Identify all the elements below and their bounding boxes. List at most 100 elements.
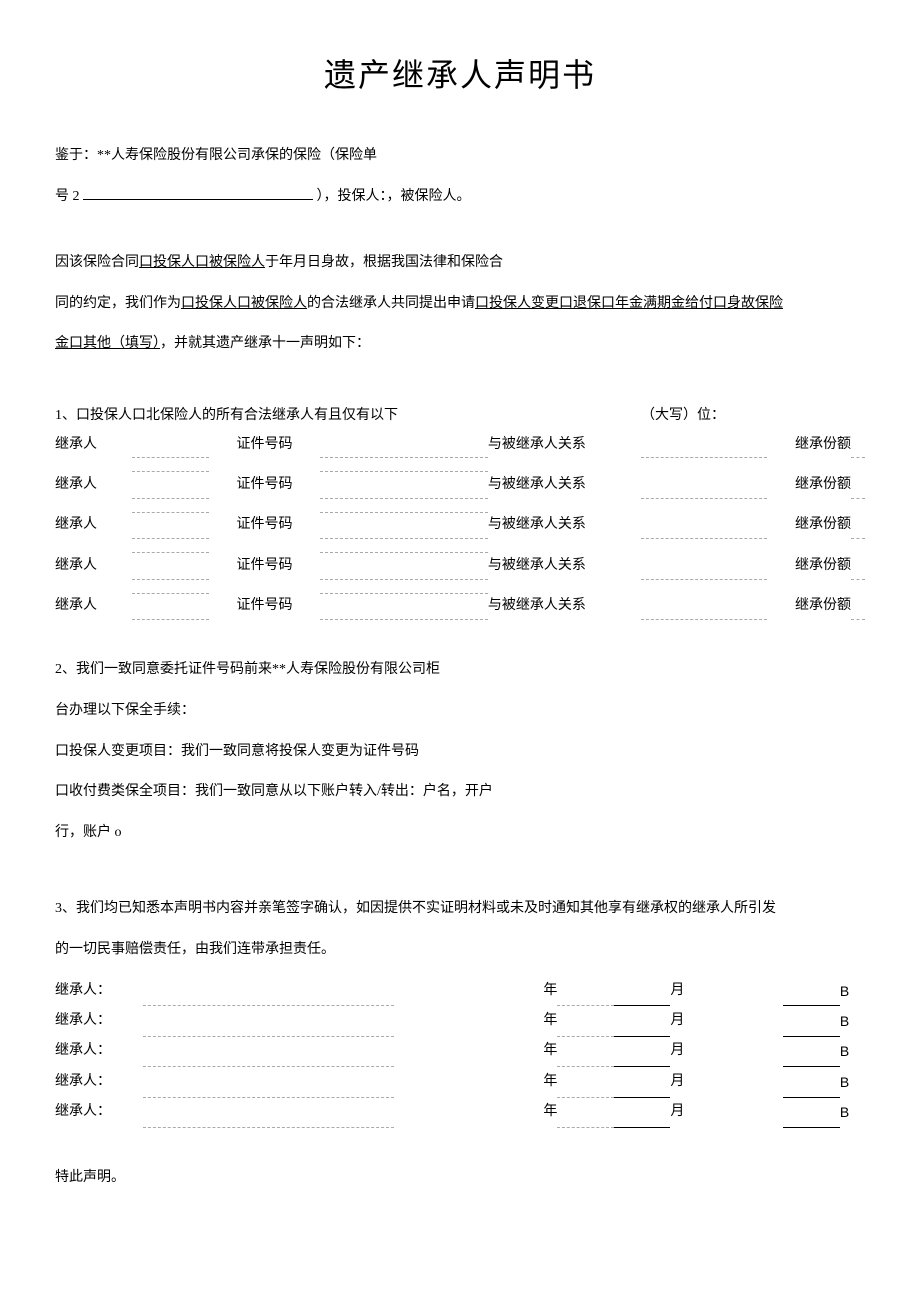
b-blank[interactable]: [783, 976, 840, 1006]
sign-blank[interactable]: [143, 1006, 394, 1036]
table-row: 继承人 证件号码 与被继承人关系 继承份额: [55, 512, 865, 538]
id-label: 证件号码: [237, 432, 321, 458]
year-blank[interactable]: [557, 1067, 614, 1097]
sign-heir-label: 继承人：: [55, 1067, 143, 1097]
intro-prefix: 号: [55, 189, 69, 204]
table-row: 继承人 证件号码 与被继承人关系 继承份额: [55, 472, 865, 498]
sign-year: 年: [482, 1036, 557, 1066]
para3: 同的约定，我们作为口投保人口被保险人的合法继承人共同提出申请口投保人变更口退保口…: [55, 289, 865, 320]
sign-blank[interactable]: [143, 1036, 394, 1066]
share-blank[interactable]: [851, 512, 865, 538]
sign-blank[interactable]: [143, 1067, 394, 1097]
sign-heir-label: 继承人：: [55, 976, 143, 1006]
heir-name-blank[interactable]: [132, 512, 209, 538]
id-blank[interactable]: [320, 432, 488, 458]
heir-name-blank[interactable]: [132, 472, 209, 498]
intro-line1: 鉴于：**人寿保险股份有限公司承保的保险（保险单: [55, 141, 865, 172]
table-row: 继承人： 年 月 B: [55, 976, 865, 1006]
share-label: 继承份额: [767, 512, 851, 538]
share-label: 继承份额: [767, 553, 851, 579]
sign-heir-label: 继承人：: [55, 1036, 143, 1066]
year-blank[interactable]: [557, 976, 614, 1006]
heir-name-blank[interactable]: [132, 432, 209, 458]
table-row: 继承人： 年 月 B: [55, 1036, 865, 1066]
rel-blank[interactable]: [641, 553, 767, 579]
sign-month: 月: [670, 1097, 695, 1127]
sign-heir-label: 继承人：: [55, 1097, 143, 1127]
p3a: 同的约定，我们作为: [55, 296, 181, 311]
heir-name-blank[interactable]: [132, 593, 209, 619]
p3d: 口投保人变更口退保口年金满期金给付口身故保险: [475, 296, 783, 311]
b-blank[interactable]: [783, 1036, 840, 1066]
sign-month: 月: [670, 1067, 695, 1097]
intro-num: 2: [73, 189, 80, 204]
p3c: 的合法继承人共同提出申请: [307, 296, 475, 311]
sec1-intro-b: （大写）位：: [641, 405, 865, 427]
heir-label: 继承人: [55, 512, 132, 538]
rel-blank[interactable]: [641, 512, 767, 538]
id-blank[interactable]: [320, 593, 488, 619]
share-blank[interactable]: [851, 593, 865, 619]
month-blank[interactable]: [614, 1036, 671, 1066]
sign-b: B: [840, 1006, 865, 1036]
sec1-intro-a: 1、口投保人口北保险人的所有合法继承人有且仅有以下: [55, 405, 398, 427]
sign-b: B: [840, 1097, 865, 1127]
id-blank[interactable]: [320, 553, 488, 579]
month-blank[interactable]: [614, 1006, 671, 1036]
id-blank[interactable]: [320, 512, 488, 538]
month-blank[interactable]: [614, 1067, 671, 1097]
table-row: 继承人： 年 月 B: [55, 1097, 865, 1127]
sign-table: 继承人： 年 月 B 继承人： 年 月 B 继承人： 年 月 B 继承人：: [55, 976, 865, 1128]
intro-suffix: ），投保人：，被保险人。: [317, 189, 471, 204]
heir-label: 继承人: [55, 432, 132, 458]
rel-blank[interactable]: [641, 432, 767, 458]
sign-b: B: [840, 1036, 865, 1066]
month-blank[interactable]: [614, 1097, 671, 1127]
sec2-l3: 口投保人变更项目：我们一致同意将投保人变更为证件号码: [55, 737, 865, 768]
sec2-l4: 口收付费类保全项目：我们一致同意从以下账户转入/转出：户名，开户: [55, 777, 865, 808]
month-blank[interactable]: [614, 976, 671, 1006]
id-label: 证件号码: [237, 472, 321, 498]
sign-blank[interactable]: [143, 976, 394, 1006]
sec2-l5: 行，账户 o: [55, 818, 865, 849]
heir-table: 继承人 证件号码 与被继承人关系 继承份额 继承人 证件号码 与被继承人关系 继…: [55, 432, 865, 620]
share-label: 继承份额: [767, 432, 851, 458]
share-blank[interactable]: [851, 432, 865, 458]
sign-year: 年: [482, 1097, 557, 1127]
id-blank[interactable]: [320, 472, 488, 498]
rel-label: 与被继承人关系: [488, 553, 642, 579]
id-label: 证件号码: [237, 553, 321, 579]
sec2-l2: 台办理以下保全手续：: [55, 696, 865, 727]
sign-b: B: [840, 1067, 865, 1097]
p2c: 于年月日身故，根据我国法律和保险合: [265, 255, 503, 270]
sign-year: 年: [482, 1006, 557, 1036]
doc-title: 遗产继承人声明书: [55, 50, 865, 101]
b-blank[interactable]: [783, 1097, 840, 1127]
id-label: 证件号码: [237, 593, 321, 619]
table-row: [55, 458, 865, 472]
sign-month: 月: [670, 1006, 695, 1036]
para2: 因该保险合同口投保人口被保险人于年月日身故，根据我国法律和保险合: [55, 248, 865, 279]
year-blank[interactable]: [557, 1006, 614, 1036]
heir-label: 继承人: [55, 472, 132, 498]
policy-number-blank[interactable]: [83, 183, 313, 200]
sign-heir-label: 继承人：: [55, 1006, 143, 1036]
b-blank[interactable]: [783, 1006, 840, 1036]
b-blank[interactable]: [783, 1067, 840, 1097]
table-row: [55, 579, 865, 593]
table-row: [55, 498, 865, 512]
share-blank[interactable]: [851, 472, 865, 498]
rel-label: 与被继承人关系: [488, 472, 642, 498]
rel-blank[interactable]: [641, 472, 767, 498]
year-blank[interactable]: [557, 1097, 614, 1127]
rel-label: 与被继承人关系: [488, 512, 642, 538]
share-blank[interactable]: [851, 553, 865, 579]
rel-blank[interactable]: [641, 593, 767, 619]
heir-name-blank[interactable]: [132, 553, 209, 579]
year-blank[interactable]: [557, 1036, 614, 1066]
sign-blank[interactable]: [143, 1097, 394, 1127]
table-row: 继承人： 年 月 B: [55, 1006, 865, 1036]
table-row: [55, 539, 865, 553]
p2a: 因该保险合同: [55, 255, 139, 270]
footer: 特此声明。: [55, 1163, 865, 1194]
